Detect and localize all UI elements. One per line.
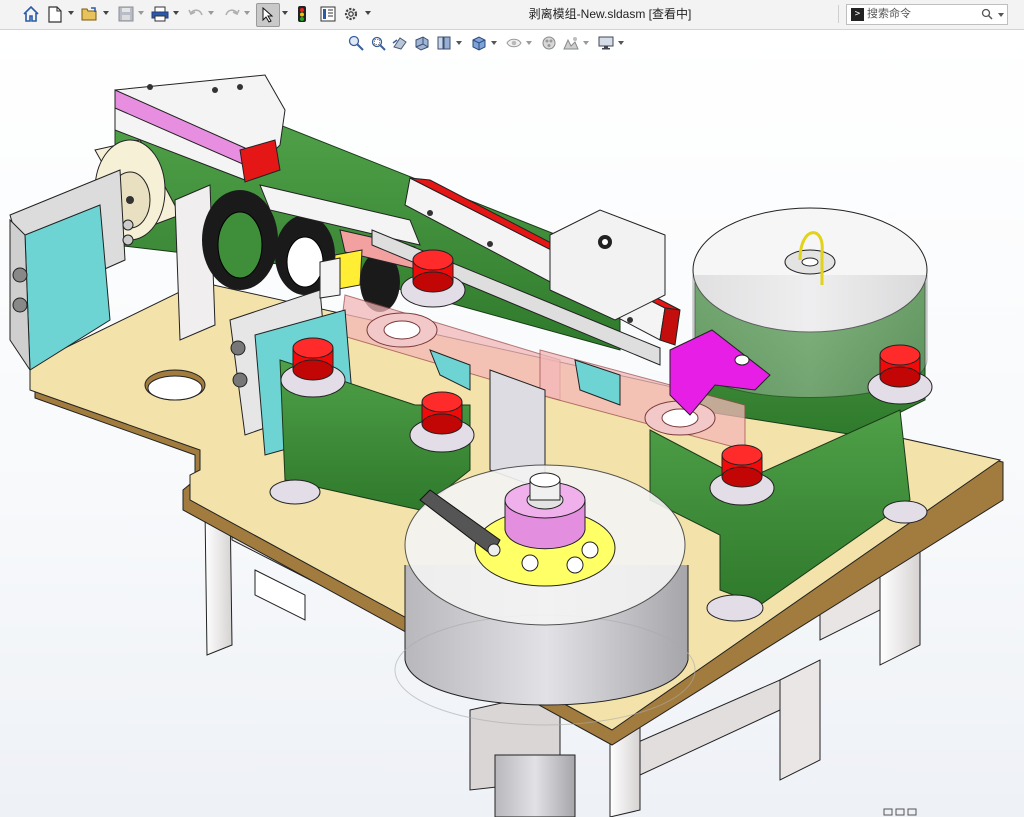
window-title: 剥离模组-New.sldasm [查看中]: [528, 7, 692, 21]
search-input[interactable]: [867, 6, 977, 21]
search-dropdown-icon[interactable]: [998, 12, 1004, 18]
search-icon[interactable]: [981, 8, 993, 20]
rebuild-icon[interactable]: [294, 3, 310, 25]
feed-drum-front: [394, 464, 696, 726]
options-icon[interactable]: [341, 3, 361, 25]
home-icon[interactable]: [20, 3, 42, 25]
view-indicator-icons: [883, 808, 917, 816]
redo-icon[interactable]: [222, 3, 242, 25]
assembly-model[interactable]: [0, 30, 1024, 817]
undo-icon[interactable]: [186, 3, 206, 25]
print-dropdown-icon[interactable]: [173, 10, 179, 16]
save-icon[interactable]: [116, 3, 136, 25]
new-document-icon[interactable]: [46, 3, 64, 25]
select-dropdown-icon[interactable]: [282, 10, 288, 16]
redo-dropdown-icon[interactable]: [244, 10, 250, 16]
options-dropdown-icon[interactable]: [365, 10, 371, 16]
graphics-area[interactable]: [0, 30, 1024, 817]
undo-dropdown-icon[interactable]: [208, 10, 214, 16]
save-dropdown-icon[interactable]: [138, 10, 144, 16]
file-properties-icon[interactable]: [318, 3, 338, 25]
search-box[interactable]: >: [846, 4, 1008, 25]
print-icon[interactable]: [150, 3, 170, 25]
title-bar: 剥离模组-New.sldasm [查看中] >: [0, 0, 1024, 30]
open-dropdown-icon[interactable]: [103, 10, 109, 16]
separator: [838, 5, 839, 23]
open-icon[interactable]: [80, 3, 100, 25]
new-dropdown-icon[interactable]: [68, 10, 74, 16]
command-prompt-icon: >: [851, 8, 864, 21]
select-icon[interactable]: [256, 3, 280, 27]
